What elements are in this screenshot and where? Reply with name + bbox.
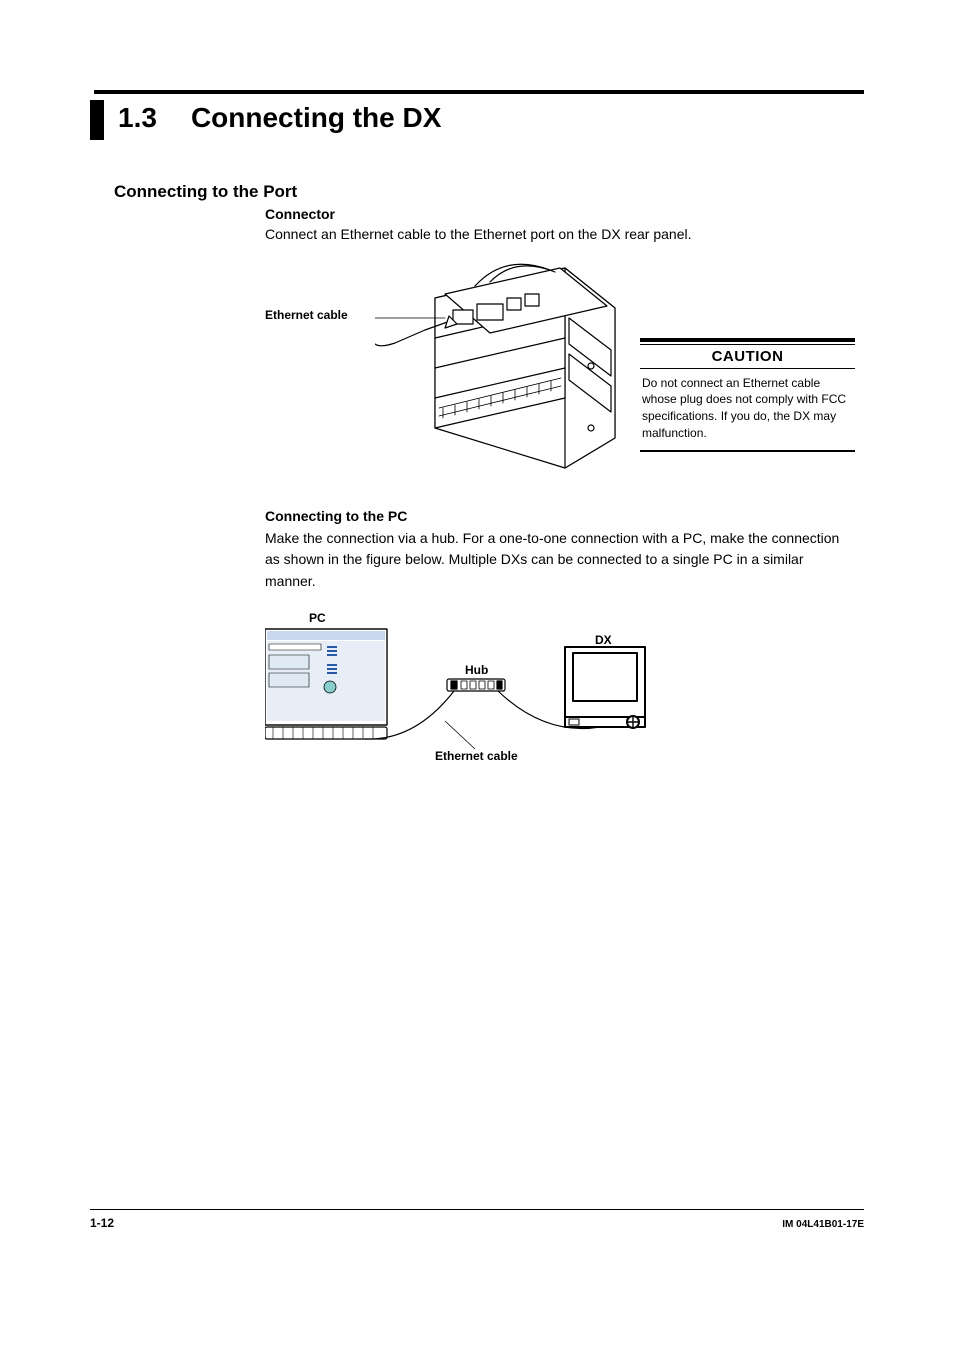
label-dx: DX: [595, 633, 612, 647]
heading-connector: Connector: [265, 206, 864, 222]
caution-rule-bottom: [640, 450, 855, 452]
paragraph-connecting-pc: Make the connection via a hub. For a one…: [265, 528, 855, 593]
caution-title: CAUTION: [640, 344, 855, 369]
figure-dx-rear: Ethernet cable: [265, 258, 855, 488]
label-pc: PC: [309, 611, 326, 625]
label-hub: Hub: [465, 663, 488, 677]
section-number: 1.3: [118, 102, 157, 134]
paragraph-connector: Connect an Ethernet cable to the Etherne…: [265, 224, 855, 246]
caution-body: Do not connect an Ethernet cable whose p…: [640, 369, 855, 450]
page-number: 1-12: [90, 1216, 114, 1230]
document-id: IM 04L41B01-17E: [782, 1219, 864, 1230]
page-footer: 1-12 IM 04L41B01-17E: [90, 1209, 864, 1230]
caution-rule-top: [640, 338, 855, 342]
dx-rear-illustration: [375, 258, 635, 488]
label-ethernet-cable-2: Ethernet cable: [435, 749, 518, 763]
heading-connecting-pc: Connecting to the PC: [265, 508, 864, 524]
heading-connecting-port: Connecting to the Port: [114, 182, 864, 202]
title-side-bar: [90, 100, 104, 140]
caution-box: CAUTION Do not connect an Ethernet cable…: [640, 338, 855, 452]
title-row: 1.3 Connecting the DX: [90, 102, 864, 140]
label-ethernet-cable: Ethernet cable: [265, 308, 348, 322]
figure-network-topology: PC Hub DX Ethernet cable: [265, 611, 745, 781]
section-title: Connecting the DX: [191, 102, 441, 134]
title-top-rule: [94, 90, 864, 94]
